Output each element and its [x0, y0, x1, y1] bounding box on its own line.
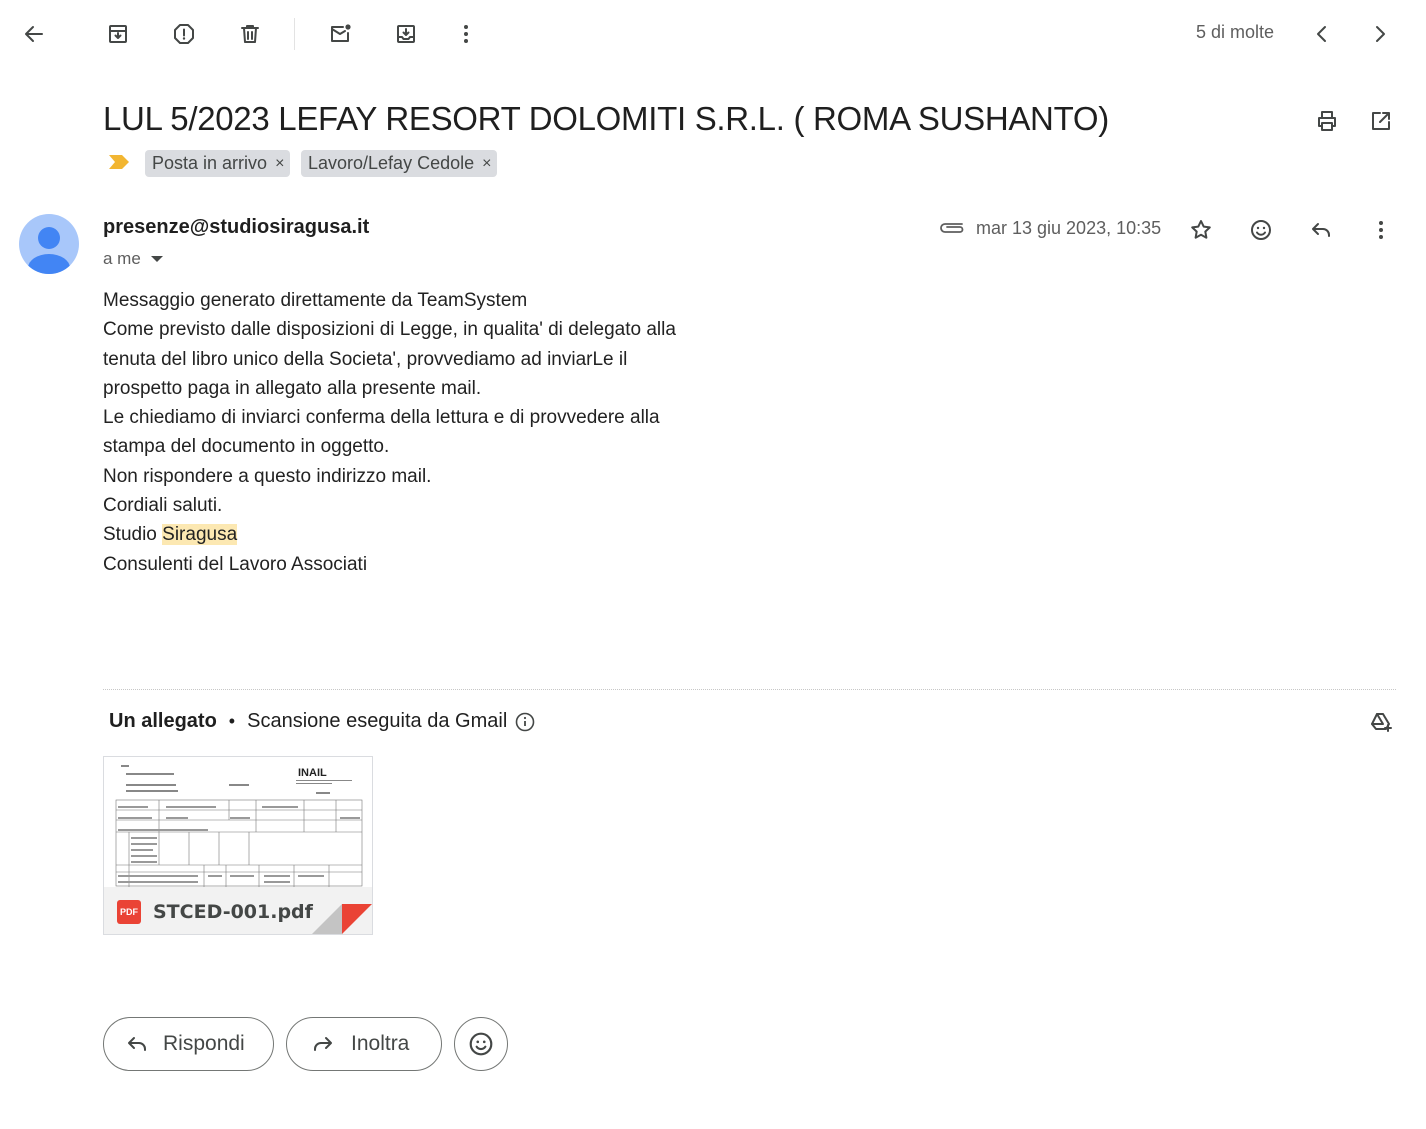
email-subject: LUL 5/2023 LEFAY RESORT DOLOMITI S.R.L. …: [103, 100, 1109, 137]
back-button[interactable]: [14, 14, 54, 54]
body-line: Cordiali saluti.: [103, 495, 223, 517]
reply-button[interactable]: [1301, 210, 1341, 250]
attachments-divider: [103, 689, 1396, 690]
remove-label-button[interactable]: ×: [275, 155, 284, 173]
arrow-left-icon: [25, 26, 43, 42]
person-icon: [28, 227, 70, 274]
next-button[interactable]: [1360, 14, 1400, 54]
caret-down-icon: [150, 256, 163, 262]
body-line: Non rispondere a questo indirizzo mail.: [103, 465, 432, 487]
more-vertical-icon: [464, 25, 468, 43]
star-button[interactable]: [1181, 210, 1221, 250]
forward-icon: [314, 1037, 332, 1051]
sender-address[interactable]: presenze@studiosiragusa.it: [103, 216, 369, 239]
previous-button[interactable]: [1302, 14, 1342, 54]
body-line: Le chiediamo di inviarci conferma della …: [103, 407, 660, 429]
body-line: Come previsto dalle disposizioni di Legg…: [103, 319, 676, 341]
pdf-file-icon: PDF: [117, 899, 141, 924]
scan-status: Scansione eseguita da Gmail: [247, 710, 508, 732]
remove-label-button[interactable]: ×: [482, 155, 491, 173]
print-button[interactable]: [1307, 101, 1347, 141]
label-chip-text: Lavoro/Lefay Cedole: [308, 153, 475, 173]
message-more-button[interactable]: [1361, 210, 1401, 250]
move-to-icon: [397, 25, 415, 43]
more-vertical-icon: [1379, 221, 1383, 239]
attachments-header: Un allegato • Scansione eseguita da Gmai…: [109, 710, 535, 733]
archive-icon: [109, 25, 127, 43]
drive-add-icon: [1371, 713, 1392, 732]
body-line: stampa del documento in oggetto.: [103, 436, 390, 458]
move-to-button[interactable]: [386, 14, 426, 54]
recipient-text: a me: [103, 249, 141, 268]
star-icon: [1191, 220, 1211, 239]
open-new-window-button[interactable]: [1361, 101, 1401, 141]
add-to-drive-button[interactable]: [1361, 702, 1401, 742]
toolbar-divider: [294, 18, 295, 50]
label-chip-lefay-cedole[interactable]: Lavoro/Lefay Cedole ×: [301, 150, 498, 177]
importance-marker-icon[interactable]: [108, 154, 130, 170]
signature-line: Studio Siragusa: [103, 520, 723, 549]
email-date: mar 13 giu 2023, 10:35: [976, 218, 1162, 238]
mark-unread-icon: [331, 24, 351, 42]
emoji-reaction-button[interactable]: [454, 1017, 508, 1071]
emoji-icon: [1251, 220, 1271, 240]
avatar[interactable]: [19, 214, 79, 274]
attachment-card[interactable]: INAIL PDF STCED-001.pdf: [103, 756, 373, 935]
body-line: prospetto paga in allegato alla presente…: [103, 377, 482, 399]
label-chip-inbox[interactable]: Posta in arrivo ×: [145, 150, 291, 177]
email-body: Messaggio generato direttamente da TeamS…: [103, 286, 723, 579]
open-in-new-icon: [1372, 112, 1390, 130]
reply-label: Rispondi: [163, 1032, 245, 1055]
trash-icon: [241, 25, 259, 43]
label-chip-text: Posta in arrivo: [152, 153, 268, 173]
reply-icon: [128, 1037, 146, 1051]
attachment-filename: STCED-001.pdf: [153, 900, 313, 923]
pager-counter: 5 di molte: [1195, 22, 1275, 42]
reply-icon: [1312, 223, 1330, 237]
forward-label: Inoltra: [351, 1032, 410, 1055]
info-icon[interactable]: [515, 712, 535, 732]
inail-logo-text: INAIL: [298, 767, 327, 779]
delete-button[interactable]: [230, 14, 270, 54]
forward-action-button[interactable]: Inoltra: [286, 1017, 442, 1071]
recipient-toggle[interactable]: a me: [103, 249, 163, 269]
chevron-right-icon: [1376, 26, 1385, 42]
archive-button[interactable]: [98, 14, 138, 54]
document-thumbnail: INAIL: [104, 757, 372, 887]
report-spam-icon: [174, 24, 194, 44]
search-highlight: Siragusa: [162, 524, 238, 546]
more-options-button[interactable]: [446, 14, 486, 54]
attachments-title: Un allegato: [109, 710, 217, 732]
add-reaction-button[interactable]: [1241, 210, 1281, 250]
reply-action-button[interactable]: Rispondi: [103, 1017, 274, 1071]
attachment-clip-icon: [940, 223, 964, 233]
body-line: Messaggio generato direttamente da TeamS…: [103, 290, 528, 311]
page-fold-icon: [312, 904, 372, 934]
mark-unread-button[interactable]: [320, 14, 360, 54]
print-icon: [1318, 111, 1336, 131]
chevron-left-icon: [1317, 26, 1326, 42]
signature-prefix: Studio: [103, 524, 163, 546]
emoji-icon: [469, 1032, 493, 1056]
body-line: tenuta del libro unico della Societa', p…: [103, 348, 628, 370]
report-spam-button[interactable]: [164, 14, 204, 54]
signature-line: Consulenti del Lavoro Associati: [103, 553, 368, 575]
separator-dot: •: [228, 711, 236, 731]
